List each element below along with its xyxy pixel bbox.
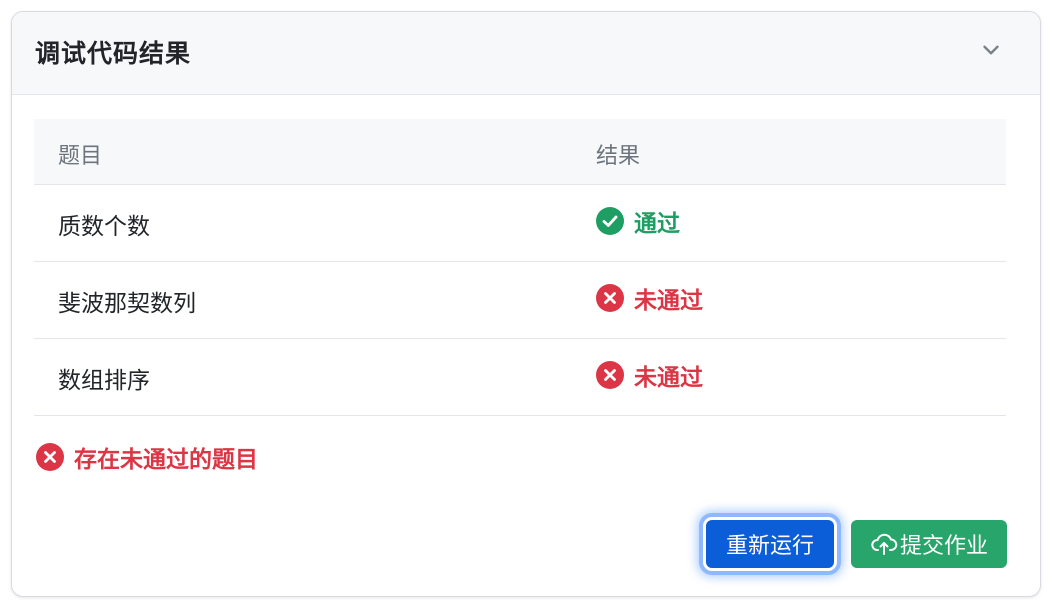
rerun-button[interactable]: 重新运行 [706, 520, 834, 568]
table-row: 斐波那契数列 未通过 [34, 262, 1006, 339]
check-circle-icon [596, 207, 624, 235]
table-row: 质数个数 通过 [34, 185, 1006, 262]
results-table: 题目 结果 质数个数 通过 斐波那契数列 未通过 数组排序 未通过 [34, 119, 1006, 416]
result-label: 未通过 [634, 365, 703, 391]
cloud-upload-icon [871, 533, 898, 555]
chevron-down-icon[interactable] [978, 37, 1004, 63]
result-fail: 未通过 [596, 281, 703, 315]
summary-message: 存在未通过的题目 [36, 440, 258, 474]
result-pass: 通过 [596, 204, 680, 238]
column-header-problem: 题目 [58, 144, 103, 169]
result-label: 未通过 [634, 288, 703, 314]
x-circle-icon [596, 361, 624, 389]
result-label: 通过 [634, 211, 680, 237]
problem-name: 数组排序 [58, 368, 150, 394]
submit-button-label: 提交作业 [899, 534, 988, 559]
table-row: 数组排序 未通过 [34, 339, 1006, 416]
table-header: 题目 结果 [34, 119, 1006, 185]
result-fail: 未通过 [596, 358, 703, 392]
debug-result-card: 调试代码结果 题目 结果 质数个数 通过 斐波那契数列 未通过 数组排序 未通过… [11, 11, 1041, 597]
x-circle-icon [36, 443, 64, 471]
card-title: 调试代码结果 [35, 39, 192, 68]
column-header-result: 结果 [596, 144, 641, 169]
problem-name: 斐波那契数列 [58, 291, 196, 317]
problem-name: 质数个数 [58, 214, 150, 240]
x-circle-icon [596, 284, 624, 312]
submit-homework-button[interactable]: 提交作业 [851, 520, 1007, 568]
summary-text: 存在未通过的题目 [74, 447, 258, 473]
card-header[interactable]: 调试代码结果 [12, 12, 1040, 95]
rerun-button-label: 重新运行 [725, 534, 814, 559]
